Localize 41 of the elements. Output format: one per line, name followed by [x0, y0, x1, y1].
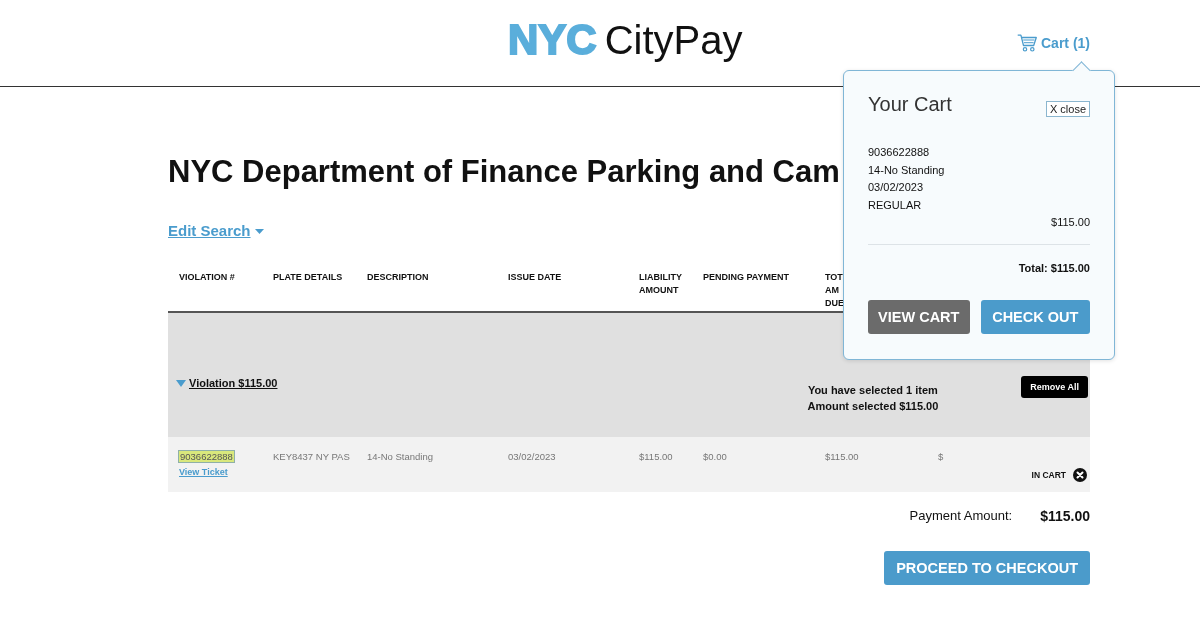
edit-search-link[interactable]: Edit Search: [168, 222, 264, 240]
close-button[interactable]: X close: [1045, 101, 1090, 117]
column-header: LIABILITY AMOUNT: [639, 272, 682, 295]
issue-date-cell: 03/02/2023: [508, 451, 556, 462]
plate-details-cell: KEY8437 NY PAS: [273, 451, 350, 462]
pending-payment-cell: $0.00: [703, 451, 727, 462]
violation-number: 9036622888: [179, 451, 234, 462]
caret-icon: [254, 228, 264, 234]
check-out-button[interactable]: CHECK OUT: [980, 299, 1090, 334]
view-ticket-link[interactable]: View Ticket: [179, 466, 228, 478]
cart-status: IN CART: [1031, 469, 1066, 480]
cart-item-price: $115.00: [1051, 216, 1090, 228]
cart-item-line: REGULAR: [868, 198, 922, 211]
description-cell: 14-No Standing: [367, 451, 434, 462]
column-header: VIOLATION #: [179, 272, 235, 282]
cart-total: Total: $115.00: [1018, 261, 1090, 274]
cart-item-line: 14-No Standing: [868, 163, 945, 176]
amount-cell: $: [938, 451, 944, 462]
total-due-cell: $115.00: [825, 451, 859, 462]
popover-title: Your Cart: [868, 92, 952, 117]
page-title: NYC Department of Finance Parking and Cam: [168, 153, 840, 191]
cart-icon: [1017, 34, 1037, 52]
proceed-to-checkout-button[interactable]: PROCEED TO CHECKOUT: [884, 551, 1090, 585]
column-header: PENDING PAYMENT: [703, 272, 789, 282]
selection-summary: You have selected 1 item Amount selected $115.00: [807, 383, 939, 414]
logo-mark: NYC: [508, 17, 597, 63]
group-toggle-link[interactable]: Violation $115.00: [189, 377, 278, 389]
column-header: PLATE DETAILS: [273, 272, 343, 282]
column-header: ISSUE DATE: [508, 272, 562, 282]
cart-item-line: 03/02/2023: [868, 181, 924, 193]
liability-amount-cell: $115.00: [639, 451, 673, 462]
remove-all-button[interactable]: Remove All: [1021, 376, 1088, 398]
cart-link[interactable]: Cart (1): [1017, 34, 1090, 52]
payment-amount-value: $115.00: [1040, 507, 1090, 525]
column-header: TOT AM DUE: [825, 271, 844, 310]
site-name: CityPay: [604, 17, 743, 63]
view-cart-button[interactable]: VIEW CART: [868, 299, 970, 334]
column-header: DESCRIPTION: [367, 272, 429, 282]
remove-circle-x-icon[interactable]: [1073, 467, 1087, 482]
payment-amount-label: Payment Amount:: [909, 507, 1013, 525]
cart-item-line: 9036622888: [868, 146, 930, 158]
